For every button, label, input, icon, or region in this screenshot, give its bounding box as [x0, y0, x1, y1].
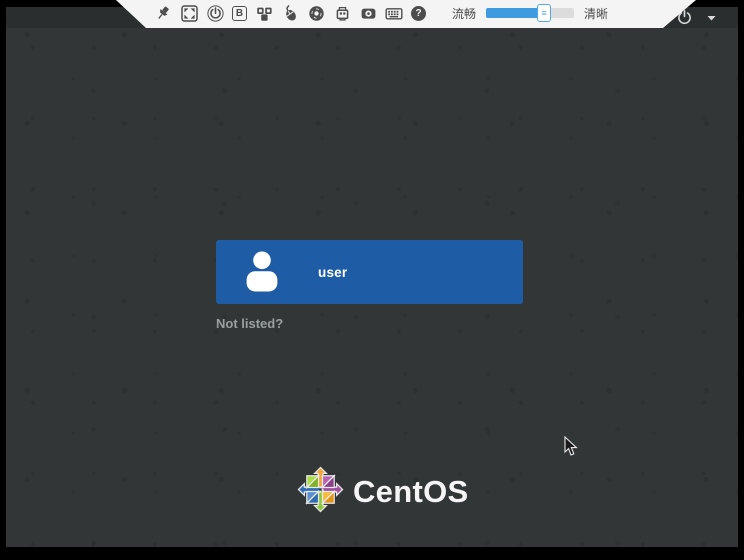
webcam-icon[interactable] [359, 4, 377, 22]
pin-icon[interactable] [154, 4, 172, 22]
quality-slider[interactable]: ≡ [486, 8, 574, 18]
quality-label-smooth: 流畅 [452, 5, 476, 22]
not-listed-link[interactable]: Not listed? [216, 316, 283, 331]
soft-keyboard-icon[interactable] [385, 4, 403, 22]
fullscreen-icon[interactable] [180, 4, 198, 22]
user-avatar-icon [240, 247, 284, 298]
centos-branding: CentOS [297, 466, 468, 518]
help-icon[interactable]: ? [411, 6, 426, 21]
username-label: user [318, 265, 347, 280]
cdrom-icon[interactable] [307, 4, 325, 22]
quality-label-clear: 清晰 [584, 5, 608, 22]
remote-desktop-screen: user Not listed? [6, 7, 738, 547]
power-toolbar-icon[interactable] [206, 4, 224, 22]
menu-caret-icon[interactable] [707, 15, 716, 21]
viewer-window-frame: user Not listed? [0, 0, 744, 560]
usb-device-icon[interactable] [333, 4, 351, 22]
user-tile[interactable]: user [216, 240, 523, 304]
quality-slider-handle[interactable]: ≡ [537, 4, 551, 22]
centos-wordmark: CentOS [353, 474, 468, 510]
send-keys-icon[interactable] [255, 4, 273, 22]
quality-slider-group: 流畅 ≡ 清晰 [452, 5, 608, 22]
mouse-cursor [564, 436, 579, 462]
quality-slider-fill [486, 8, 544, 18]
viewer-toolbar: B [116, 0, 696, 28]
centos-logo-icon [297, 466, 344, 518]
b-key-icon[interactable]: B [232, 6, 247, 21]
mouse-icon[interactable] [281, 4, 299, 22]
